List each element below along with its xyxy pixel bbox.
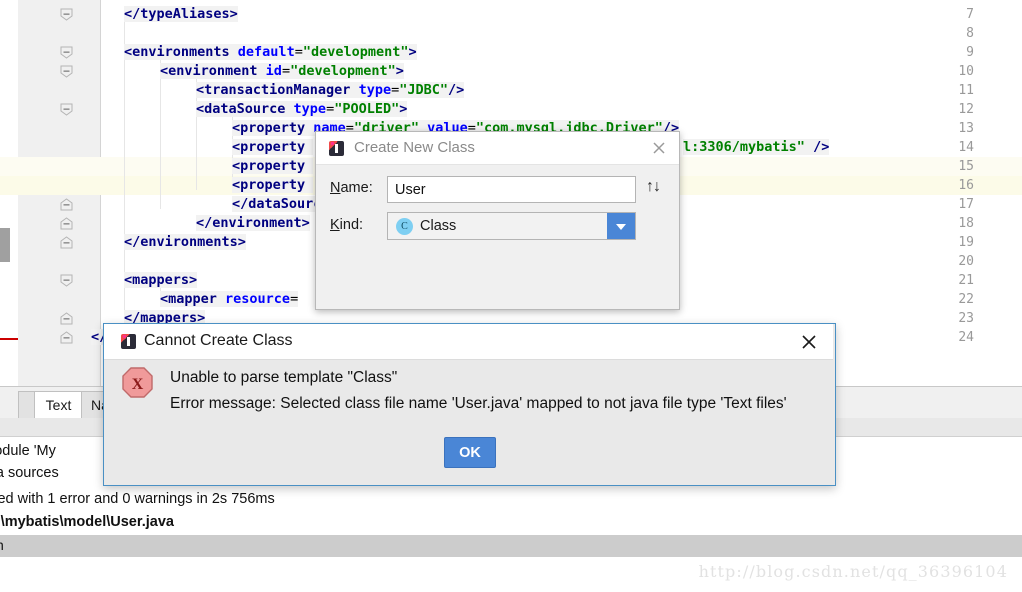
create-new-class-dialog[interactable]: Create New Class Name: ↑↓ Kind: C Class … — [315, 131, 680, 424]
error-dialog-title: Cannot Create Class — [144, 332, 293, 349]
code-token: <dataSource — [196, 101, 294, 117]
dialog-title: Create New Class — [354, 139, 475, 156]
status-bar: n — [0, 535, 1022, 557]
code-token: "JDBC" — [399, 82, 448, 98]
code-token: <property — [232, 177, 314, 193]
name-label-rest: ame: — [340, 180, 373, 196]
code-token: <mappers> — [124, 272, 198, 288]
code-token: </environment> — [196, 215, 310, 231]
fold-marker[interactable] — [60, 46, 73, 59]
intellij-idea-icon — [121, 334, 136, 349]
kind-selected-value: Class — [420, 218, 457, 234]
code-token: = — [294, 44, 303, 60]
code-token: /> — [813, 139, 830, 155]
fold-marker[interactable] — [60, 312, 73, 325]
code-token: "development" — [290, 63, 396, 79]
code-token: <transactionManager — [196, 82, 359, 98]
kind-label-mnemonic: K — [330, 217, 340, 233]
code-token: type — [293, 101, 327, 117]
status-text: n — [0, 537, 4, 553]
error-ok-button[interactable]: OK — [444, 437, 496, 468]
code-token: default — [237, 44, 295, 60]
kind-dropdown[interactable]: C Class — [387, 212, 636, 240]
cannot-create-class-dialog[interactable]: Cannot Create Class X Unable to parse te… — [103, 323, 836, 486]
fold-marker[interactable] — [60, 217, 73, 230]
code-token: <environment — [160, 63, 266, 79]
code-token: l:3306/mybatis" — [683, 139, 805, 155]
code-token: resource — [225, 291, 291, 307]
code-token: <property — [232, 158, 314, 174]
name-label-mnemonic: N — [330, 180, 341, 196]
error-message-line-2: Error message: Selected class file name … — [170, 395, 787, 412]
code-token: <mapper — [160, 291, 226, 307]
code-token: "development" — [302, 44, 409, 60]
code-token: > — [395, 63, 404, 79]
close-icon[interactable] — [648, 137, 670, 159]
fold-marker[interactable] — [60, 8, 73, 21]
fold-marker[interactable] — [60, 236, 73, 249]
svg-text:X: X — [132, 376, 144, 393]
kind-label: Kind: — [330, 217, 363, 233]
code-token: = — [281, 63, 291, 79]
name-label: Name: — [330, 180, 373, 196]
code-token: "POOLED" — [334, 101, 400, 117]
dialog-titlebar[interactable]: Create New Class — [316, 132, 679, 165]
console-line: ng module 'My — [0, 443, 56, 459]
code-token: > — [399, 101, 408, 117]
code-token: = — [290, 291, 299, 307]
code-token: </typeAliases> — [124, 6, 238, 22]
code-token: <property — [232, 120, 314, 136]
code-token: id — [265, 63, 282, 79]
fold-marker[interactable] — [60, 103, 73, 116]
error-message-line-1: Unable to parse template "Class" — [170, 369, 398, 386]
fold-marker[interactable] — [60, 331, 73, 344]
editor-left-strip — [0, 0, 18, 390]
fold-marker[interactable] — [60, 274, 73, 287]
tab-text[interactable]: Text — [34, 391, 83, 419]
screen: 7 8 9 10 11 12 13 14 15 16 17 18 19 20 2… — [0, 0, 1022, 592]
chevron-down-icon[interactable] — [607, 213, 635, 239]
fold-marker[interactable] — [60, 198, 73, 211]
code-token: /> — [448, 82, 465, 98]
code-token: > — [408, 44, 417, 60]
close-icon[interactable] — [798, 331, 820, 353]
console-line: mpleted with 1 error and 0 warnings in 2… — [0, 491, 275, 507]
fold-marker[interactable] — [60, 65, 73, 78]
class-name-input[interactable] — [387, 176, 636, 203]
console-line: le java sources — [0, 465, 59, 481]
watermark: http://blog.csdn.net/qq_36396104 — [698, 562, 1008, 581]
code-token: <environments — [124, 44, 238, 60]
kind-label-rest: ind: — [339, 217, 364, 233]
code-token: = — [391, 82, 400, 98]
intellij-idea-icon — [329, 141, 344, 156]
code-token: </environments> — [124, 234, 246, 250]
error-octagon-icon: X — [121, 366, 154, 399]
code-token: = — [326, 101, 335, 117]
error-dialog-titlebar[interactable]: Cannot Create Class — [104, 324, 833, 360]
editor-scroll-marker[interactable] — [0, 228, 10, 262]
class-badge-icon: C — [396, 218, 413, 235]
code-token: type — [358, 82, 392, 98]
history-updown-icon[interactable]: ↑↓ — [646, 178, 661, 196]
code-token: <property — [232, 139, 314, 155]
console-line-file[interactable]: omen\mybatis\model\User.java — [0, 514, 174, 530]
